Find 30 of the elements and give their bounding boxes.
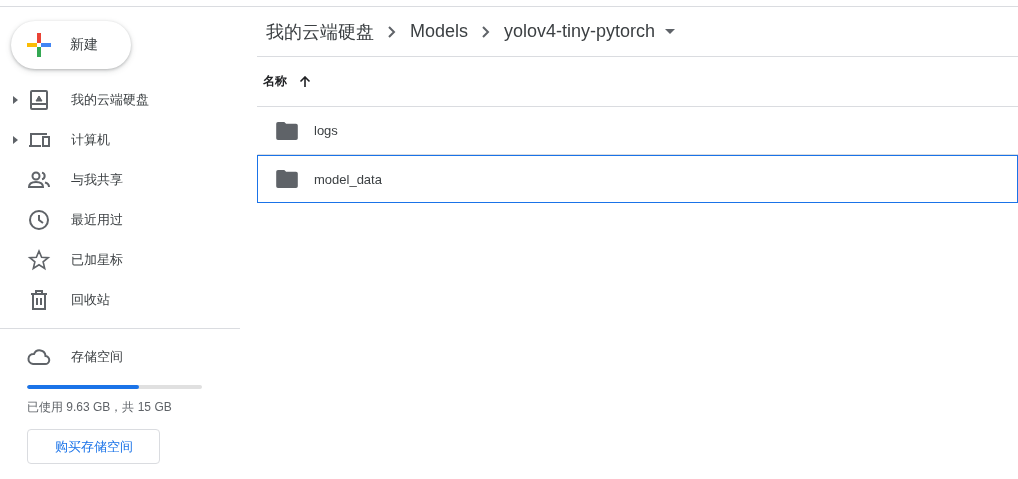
folder-icon [276, 121, 298, 140]
file-row[interactable]: logs [257, 107, 1018, 155]
storage-item[interactable]: 存储空间 [27, 337, 123, 377]
caret-icon[interactable] [13, 96, 18, 104]
breadcrumb-item[interactable]: 我的云端硬盘 [266, 19, 374, 44]
folder-icon [276, 170, 298, 188]
file-name: logs [314, 123, 338, 138]
sidebar-item[interactable]: 已加星标 [0, 240, 240, 280]
sidebar-item[interactable]: 与我共享 [0, 160, 240, 200]
chevron-icon [482, 25, 491, 38]
sidebar-item[interactable]: 回收站 [0, 280, 240, 320]
breadcrumb-item[interactable]: Models [410, 21, 469, 42]
buy-storage-button[interactable]: 购买存储空间 [27, 429, 160, 464]
sidebar-item[interactable]: 最近用过 [0, 200, 240, 240]
arrow-up-icon[interactable] [299, 75, 311, 88]
column-header[interactable]: 名称 [263, 73, 287, 90]
storage-usage: 已使用 9.63 GB，共 15 GB [27, 399, 172, 416]
clock-icon [27, 208, 51, 232]
file-row[interactable]: model_data [257, 155, 1018, 203]
new-button[interactable]: 新建 [11, 21, 131, 69]
star-icon [27, 248, 51, 272]
file-name: model_data [314, 171, 382, 187]
plus-icon [27, 33, 51, 57]
caret-icon[interactable] [13, 136, 18, 144]
dropdown-caret-icon[interactable] [665, 29, 676, 34]
chevron-icon [388, 25, 396, 38]
breadcrumb-item[interactable]: yolov4-tiny-pytorch [504, 21, 656, 42]
sidebar-item[interactable]: 计算机 [0, 120, 240, 160]
sidebar-item[interactable]: 我的云端硬盘 [0, 80, 240, 120]
drive-icon [27, 88, 51, 112]
